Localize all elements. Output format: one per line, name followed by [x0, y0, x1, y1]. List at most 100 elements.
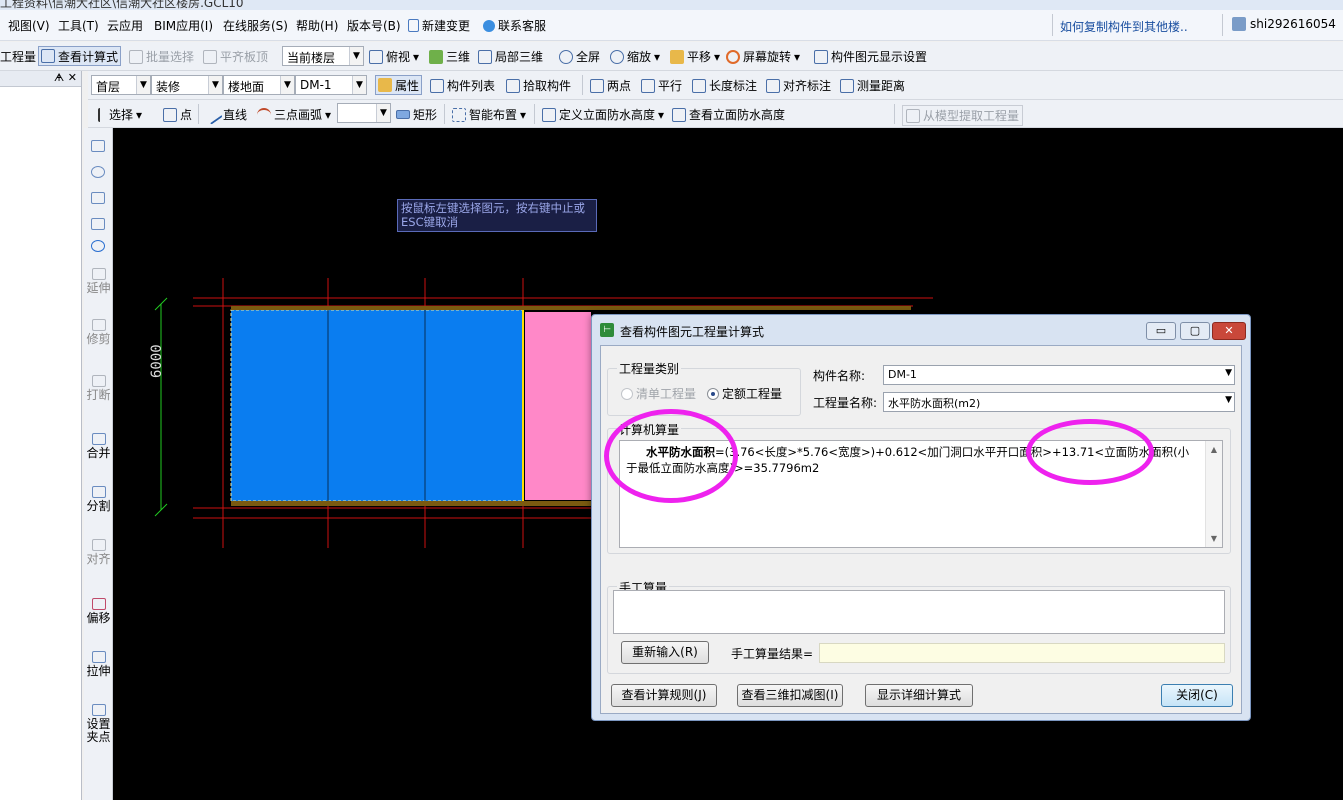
menu-cloud[interactable]: 云应用: [107, 17, 143, 34]
vertical-scrollbar[interactable]: ▲ ▼: [1205, 441, 1222, 547]
close-button[interactable]: 关闭(C): [1161, 684, 1233, 707]
three-point-arc-button[interactable]: 三点画弧 ▾: [257, 106, 331, 123]
properties-button[interactable]: 属性: [375, 75, 423, 95]
maximize-button[interactable]: ▢: [1180, 322, 1210, 340]
floor-scope-select[interactable]: 当前楼层 ▼: [282, 46, 364, 66]
floor-region-selected[interactable]: [230, 309, 524, 502]
measure-distance-button[interactable]: 测量距离: [840, 77, 905, 94]
display-settings-button[interactable]: 构件图元显示设置: [814, 48, 927, 65]
scroll-up-icon[interactable]: ▲: [1206, 445, 1222, 454]
two-point-button[interactable]: 两点: [590, 77, 631, 94]
top-view-button[interactable]: 俯视 ▾: [369, 48, 419, 65]
move-icon[interactable]: [91, 218, 105, 230]
stretch-tool[interactable]: 拉伸: [84, 651, 113, 678]
menu-tools[interactable]: 工具(T): [58, 17, 99, 34]
fullscreen-button[interactable]: 全屏: [559, 48, 600, 65]
align-slab-top-button[interactable]: 平齐板顶: [203, 48, 268, 65]
batch-select-button[interactable]: 批量选择: [129, 48, 194, 65]
menu-version[interactable]: 版本号(B): [347, 17, 401, 34]
mirror-icon[interactable]: [91, 192, 105, 204]
radio-quota-quantity[interactable]: 定额工程量: [707, 385, 782, 402]
aligned-dimension-button[interactable]: 对齐标注: [766, 77, 831, 94]
toolbar-view: 工程量 查看计算式 批量选择 平齐板顶 当前楼层 ▼ 俯视 ▾ 三维 局部三维 全…: [0, 42, 1343, 71]
menu-new-change[interactable]: 新建变更: [408, 17, 470, 34]
component-list-button[interactable]: 构件列表: [430, 77, 495, 94]
point-label: 点: [180, 108, 193, 122]
floor-select[interactable]: 首层 ▼: [91, 75, 151, 95]
help-hint-link[interactable]: 如何复制构件到其他楼..: [1060, 18, 1188, 35]
manual-calc-textarea[interactable]: [613, 590, 1225, 634]
extract-from-model-button[interactable]: 从模型提取工程量: [902, 105, 1024, 126]
rotate-icon[interactable]: [91, 240, 105, 252]
split-tool[interactable]: 分割: [84, 486, 113, 513]
point-button[interactable]: 点: [163, 106, 192, 123]
user-account[interactable]: shi292616054: [1232, 17, 1336, 31]
align-tool[interactable]: 对齐: [84, 539, 113, 566]
reenter-button[interactable]: 重新输入(R): [621, 641, 709, 664]
offset-tool[interactable]: 偏移: [84, 598, 113, 625]
dialog-titlebar[interactable]: ⊢ 查看构件图元工程量计算式 ▭ ▢ ✕: [592, 315, 1250, 345]
brush-icon[interactable]: [91, 140, 105, 152]
extend-tool[interactable]: 延伸: [84, 268, 113, 295]
rectangle-button[interactable]: 矩形: [396, 106, 437, 123]
define-elevation-waterproof-height-button[interactable]: 定义立面防水高度 ▾: [542, 106, 664, 123]
separator: [444, 104, 445, 124]
break-label: 打断: [86, 388, 111, 402]
quantity-name-select[interactable]: 水平防水面积(m2) ▼: [883, 392, 1235, 412]
point-icon: [163, 107, 177, 122]
category-select[interactable]: 装修 ▼: [151, 75, 223, 95]
pan-button[interactable]: 平移 ▾: [670, 48, 720, 65]
trim-tool[interactable]: 修剪: [84, 319, 113, 346]
select-button[interactable]: 选择 ▾: [98, 106, 142, 123]
view-formula-button[interactable]: 查看计算式: [38, 46, 122, 66]
merge-tool[interactable]: 合并: [84, 433, 113, 460]
component-select[interactable]: DM-1 ▼: [295, 75, 367, 95]
scroll-down-icon[interactable]: ▼: [1206, 534, 1222, 543]
stretch-icon: [91, 651, 106, 663]
chevron-down-icon: ▼: [376, 104, 390, 122]
extend-icon: [91, 268, 106, 280]
measure-distance-label: 测量距离: [857, 79, 906, 93]
parallel-label: 平行: [658, 79, 683, 93]
view-elevation-waterproof-height-button[interactable]: 查看立面防水高度: [672, 106, 785, 123]
line-button[interactable]: 直线: [203, 104, 247, 125]
3d-view-button[interactable]: 三维: [429, 48, 470, 65]
menu-help[interactable]: 帮助(H): [296, 17, 338, 34]
floor-region-pink[interactable]: [525, 312, 591, 500]
parallel-button[interactable]: 平行: [641, 77, 682, 94]
component-name-select[interactable]: DM-1 ▼: [883, 365, 1235, 385]
zoom-button[interactable]: 缩放 ▾: [610, 48, 660, 65]
screen-rotate-button[interactable]: 屏幕旋转 ▾: [726, 48, 800, 65]
smart-layout-button[interactable]: 智能布置 ▾: [452, 106, 526, 123]
component-name-value: DM-1: [888, 368, 917, 381]
menu-online-service[interactable]: 在线服务(S): [223, 17, 288, 34]
set-grip-tool[interactable]: 设置夹点: [84, 704, 113, 744]
manual-result-field[interactable]: [819, 643, 1225, 663]
close-window-button[interactable]: ✕: [1212, 322, 1246, 340]
view-3d-deduction-button[interactable]: 查看三维扣减图(I): [737, 684, 843, 707]
menu-bim[interactable]: BIM应用(I): [154, 17, 213, 34]
length-dimension-button[interactable]: 长度标注: [692, 77, 757, 94]
pick-icon: [506, 78, 520, 93]
copy-icon[interactable]: [91, 166, 105, 178]
pick-component-button[interactable]: 拾取构件: [506, 77, 571, 94]
menu-view[interactable]: 视图(V): [8, 17, 50, 34]
local-3d-button[interactable]: 局部三维: [478, 48, 543, 65]
view-calc-rules-button[interactable]: 查看计算规则(J): [611, 684, 717, 707]
floor-scope-value: 当前楼层: [287, 51, 336, 65]
menu-bar: 视图(V) 工具(T) 云应用 BIM应用(I) 在线服务(S) 帮助(H) 版…: [0, 10, 1343, 41]
smart-layout-label: 智能布置: [469, 108, 518, 122]
pane-pin-close-icons[interactable]: ᗗ ✕: [54, 71, 77, 84]
menu-contact-support[interactable]: 联系客服: [483, 17, 546, 34]
arc-mode-select[interactable]: ▼: [337, 103, 391, 123]
show-detail-formula-button[interactable]: 显示详细计算式: [865, 684, 973, 707]
type-select[interactable]: 楼地面 ▼: [223, 75, 295, 95]
minimize-button[interactable]: ▭: [1146, 322, 1176, 340]
radio-bill-quantity[interactable]: 清单工程量: [621, 385, 696, 402]
new-change-label: 新建变更: [422, 19, 471, 33]
properties-label: 属性: [395, 78, 420, 93]
break-tool[interactable]: 打断: [84, 375, 113, 402]
local-3d-label: 局部三维: [495, 50, 544, 64]
properties-icon: [378, 78, 392, 92]
quantity-button[interactable]: 工程量: [0, 48, 36, 65]
